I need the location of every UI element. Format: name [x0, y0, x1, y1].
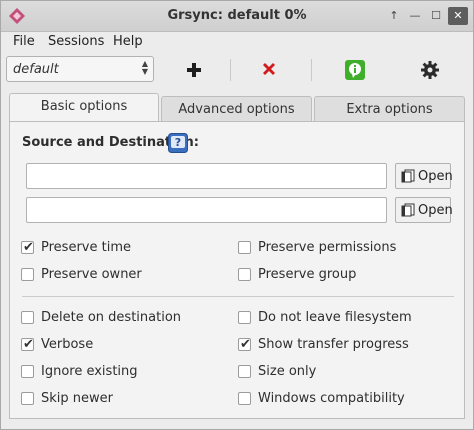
open-destination-label: Open — [418, 203, 453, 218]
red-x-icon — [263, 63, 275, 75]
green-info-icon — [345, 60, 365, 80]
add-session-button[interactable] — [183, 59, 205, 81]
option-label: Do not leave filesystem — [258, 310, 412, 325]
open-source-button[interactable]: Open — [395, 163, 453, 189]
option-label: Verbose — [41, 337, 94, 352]
option-label: Windows compatibility — [258, 391, 405, 406]
folder-open-icon — [401, 203, 415, 217]
session-select-value: default — [13, 62, 59, 77]
close-icon[interactable]: ✕ — [448, 7, 468, 25]
folder-open-icon — [401, 169, 415, 183]
menu-sessions[interactable]: Sessions — [48, 34, 104, 49]
basic-options-panel: Source and Destination: ? Open Open ✔ Pr… — [9, 121, 465, 419]
delete-session-button[interactable] — [258, 59, 280, 81]
grsync-window: Grsync: default 0% ↑ — ☐ ✕ File Sessions… — [0, 0, 474, 430]
checkbox-box: ✔ — [21, 337, 34, 352]
title-bar[interactable]: Grsync: default 0% ↑ — ☐ ✕ — [1, 1, 473, 32]
help-icon[interactable]: ? — [168, 133, 188, 153]
gear-icon — [421, 61, 439, 79]
checkbox-box — [21, 392, 34, 405]
window-up-icon[interactable]: ↑ — [384, 7, 404, 25]
option-label: Preserve permissions — [258, 240, 397, 255]
checkbox-box — [238, 268, 251, 281]
maximize-icon[interactable]: ☐ — [426, 7, 446, 25]
checkbox-box — [238, 392, 251, 405]
checkbox-box — [238, 365, 251, 378]
svg-text:?: ? — [175, 136, 181, 149]
checkmark-icon: ✔ — [23, 240, 34, 255]
minimize-icon[interactable]: — — [405, 7, 425, 25]
tab-extra-options[interactable]: Extra options — [314, 96, 465, 122]
spin-arrows-icon: ▲ ▼ — [141, 59, 148, 76]
menu-file[interactable]: File — [13, 34, 35, 49]
checkbox-box — [238, 311, 251, 324]
open-destination-button[interactable]: Open — [395, 197, 453, 223]
checkbox-box: ✔ — [21, 240, 34, 255]
option-label: Delete on destination — [41, 310, 182, 325]
toolbar-separator — [230, 59, 231, 81]
toolbar: default ▲ ▼ — [1, 53, 473, 87]
checkbox-box — [21, 365, 34, 378]
option-label: Preserve time — [41, 240, 131, 255]
option-label: Size only — [258, 364, 317, 379]
execute-button[interactable] — [344, 59, 366, 81]
checkmark-icon: ✔ — [240, 337, 251, 352]
session-select[interactable]: default ▲ ▼ — [6, 56, 154, 82]
preferences-button[interactable] — [419, 59, 441, 81]
tab-advanced-options[interactable]: Advanced options — [161, 96, 312, 122]
toolbar-separator — [311, 59, 312, 81]
menu-bar: File Sessions Help — [1, 32, 473, 52]
option-label: Preserve group — [258, 267, 357, 282]
plus-icon — [187, 63, 201, 77]
checkmark-icon: ✔ — [23, 337, 34, 352]
option-label: Skip newer — [41, 391, 113, 406]
option-label: Ignore existing — [41, 364, 138, 379]
option-label: Show transfer progress — [258, 337, 409, 352]
destination-path-input[interactable] — [26, 197, 387, 223]
tab-basic-options[interactable]: Basic options — [9, 93, 159, 122]
checkbox-box — [21, 311, 34, 324]
open-source-label: Open — [418, 169, 453, 184]
checkbox-box: ✔ — [238, 337, 251, 352]
checkbox-box — [238, 241, 251, 254]
source-path-input[interactable] — [26, 163, 387, 189]
option-label: Preserve owner — [41, 267, 142, 282]
checkbox-box — [21, 268, 34, 281]
menu-help[interactable]: Help — [113, 34, 143, 49]
options-divider — [22, 296, 454, 297]
